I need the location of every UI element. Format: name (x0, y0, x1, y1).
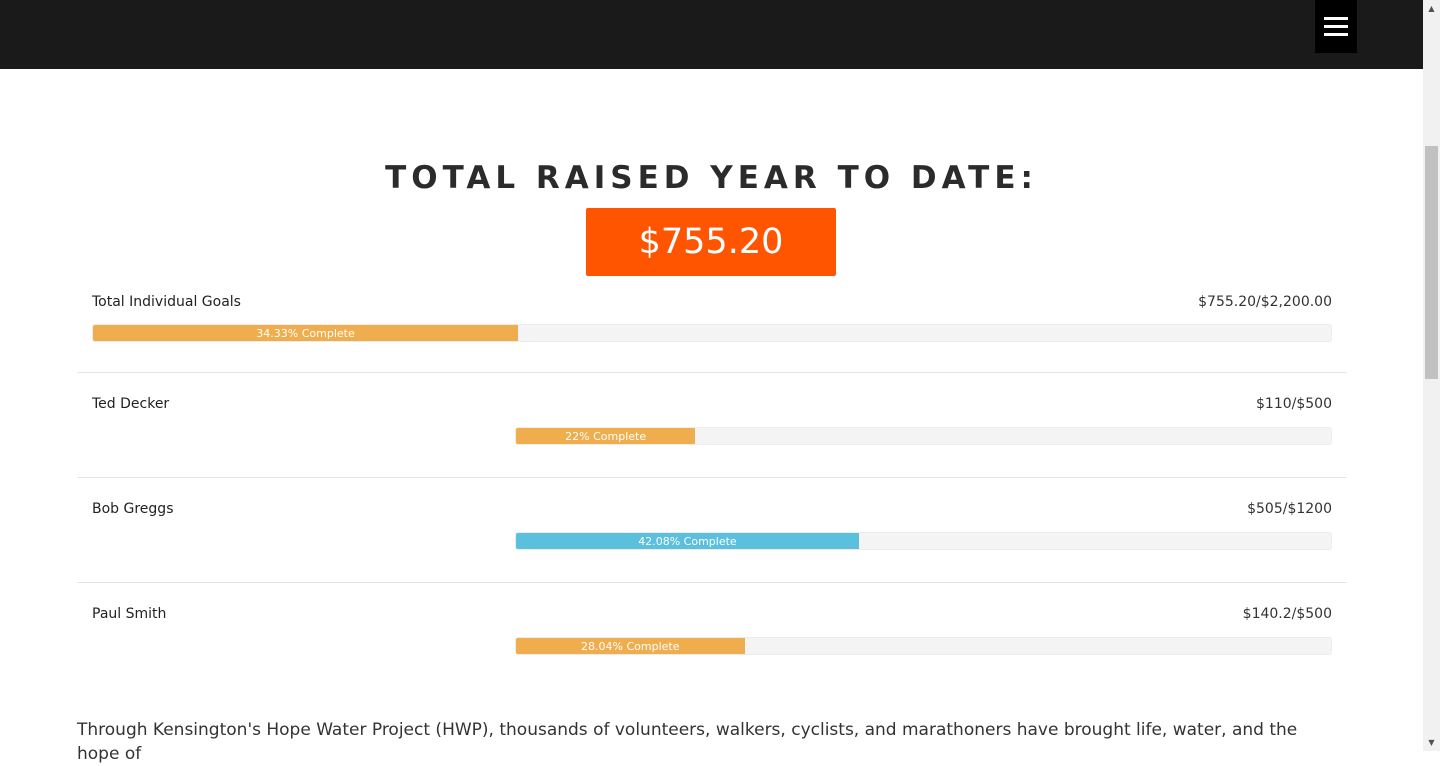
hamburger-menu-icon[interactable] (1315, 0, 1357, 53)
menu-line (1324, 17, 1348, 20)
scrollbar-thumb[interactable] (1425, 146, 1438, 379)
participant-amount: $140.2/$500 (1242, 606, 1332, 622)
goals-label: Total Individual Goals (92, 294, 241, 310)
participant-progress-fill: 28.04% Complete (516, 638, 745, 654)
total-raised-heading: TOTAL RAISED YEAR TO DATE: (385, 160, 1038, 196)
goals-amount: $755.20/$2,200.00 (1198, 294, 1332, 310)
page-scrollbar[interactable]: ▲ ▼ (1423, 0, 1440, 751)
participant-progress-bar: 28.04% Complete (515, 637, 1332, 655)
participant-progress-bar: 22% Complete (515, 427, 1332, 445)
participant-amount: $110/$500 (1256, 396, 1332, 412)
participant-amount: $505/$1200 (1247, 501, 1332, 517)
top-navigation-bar (0, 0, 1423, 69)
goals-progress-fill: 34.33% Complete (93, 325, 518, 341)
scroll-up-arrow-icon[interactable]: ▲ (1423, 0, 1440, 17)
goals-progress-bar: 34.33% Complete (92, 324, 1332, 342)
menu-line (1324, 33, 1348, 36)
divider (77, 477, 1347, 478)
total-raised-amount: $755.20 (586, 208, 836, 276)
divider (77, 372, 1347, 373)
participant-progress-fill: 22% Complete (516, 428, 696, 444)
participant-name: Bob Greggs (92, 501, 174, 517)
participant-name: Paul Smith (92, 606, 167, 622)
participant-name: Ted Decker (92, 396, 170, 412)
intro-paragraph: Through Kensington's Hope Water Project … (77, 720, 1298, 764)
divider (77, 582, 1347, 583)
scroll-down-arrow-icon[interactable]: ▼ (1423, 734, 1440, 751)
menu-line (1324, 25, 1348, 28)
participant-progress-bar: 42.08% Complete (515, 532, 1332, 550)
participant-progress-fill: 42.08% Complete (516, 533, 859, 549)
